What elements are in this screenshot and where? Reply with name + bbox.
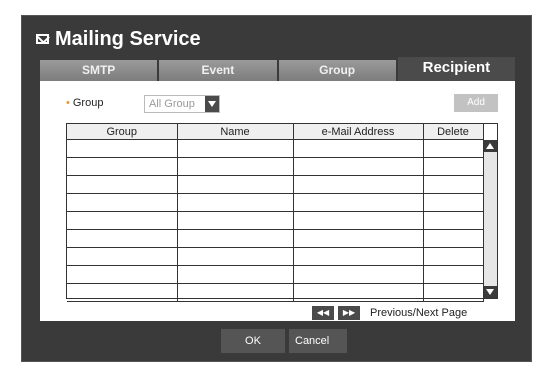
table-row[interactable] bbox=[67, 283, 484, 302]
group-filter-label: • Group bbox=[66, 97, 104, 109]
col-header-delete: Delete bbox=[423, 124, 484, 140]
tab-bar: SMTP Event Group Recipient bbox=[40, 57, 515, 81]
table-row[interactable] bbox=[67, 247, 484, 266]
ok-button[interactable]: OK bbox=[221, 329, 285, 353]
group-select[interactable]: All Group bbox=[144, 95, 220, 113]
mail-icon bbox=[36, 34, 49, 44]
cancel-button[interactable]: Cancel bbox=[289, 329, 347, 353]
window-title: Mailing Service bbox=[55, 27, 201, 50]
mailing-service-window: Mailing Service SMTP Event Group Recipie… bbox=[21, 15, 532, 362]
table-row[interactable] bbox=[67, 229, 484, 248]
col-header-name: Name bbox=[177, 124, 294, 140]
scroll-down-icon[interactable] bbox=[484, 286, 497, 298]
title-bar: Mailing Service bbox=[36, 26, 201, 52]
add-button[interactable]: Add bbox=[454, 94, 498, 112]
tab-event[interactable]: Event bbox=[159, 60, 279, 81]
table-row[interactable] bbox=[67, 265, 484, 284]
table-row[interactable] bbox=[67, 193, 484, 212]
table-row[interactable] bbox=[67, 175, 484, 194]
group-select-value: All Group bbox=[149, 98, 195, 110]
table-header-row: Group Name e-Mail Address Delete bbox=[67, 124, 484, 140]
previous-page-button[interactable]: ◀◀ bbox=[312, 306, 334, 320]
pager: ◀◀ ▶▶ Previous/Next Page bbox=[312, 306, 467, 320]
col-header-group: Group bbox=[67, 124, 178, 140]
table-scrollbar[interactable] bbox=[483, 140, 497, 298]
pager-label: Previous/Next Page bbox=[370, 307, 468, 319]
tab-smtp[interactable]: SMTP bbox=[40, 60, 160, 81]
table-row[interactable] bbox=[67, 139, 484, 158]
tab-recipient[interactable]: Recipient bbox=[397, 57, 515, 81]
recipient-table: Group Name e-Mail Address Delete bbox=[66, 123, 498, 302]
scroll-up-icon[interactable] bbox=[484, 140, 497, 152]
tab-group[interactable]: Group bbox=[278, 60, 398, 81]
bullet-icon: • bbox=[66, 97, 70, 109]
dropdown-arrow-icon[interactable] bbox=[205, 96, 219, 112]
table-row[interactable] bbox=[67, 211, 484, 230]
table-row[interactable] bbox=[67, 157, 484, 176]
next-page-button[interactable]: ▶▶ bbox=[338, 306, 360, 320]
col-header-email: e-Mail Address bbox=[293, 124, 424, 140]
recipient-panel: • Group All Group Add Group Name e-Mail A… bbox=[40, 81, 515, 321]
